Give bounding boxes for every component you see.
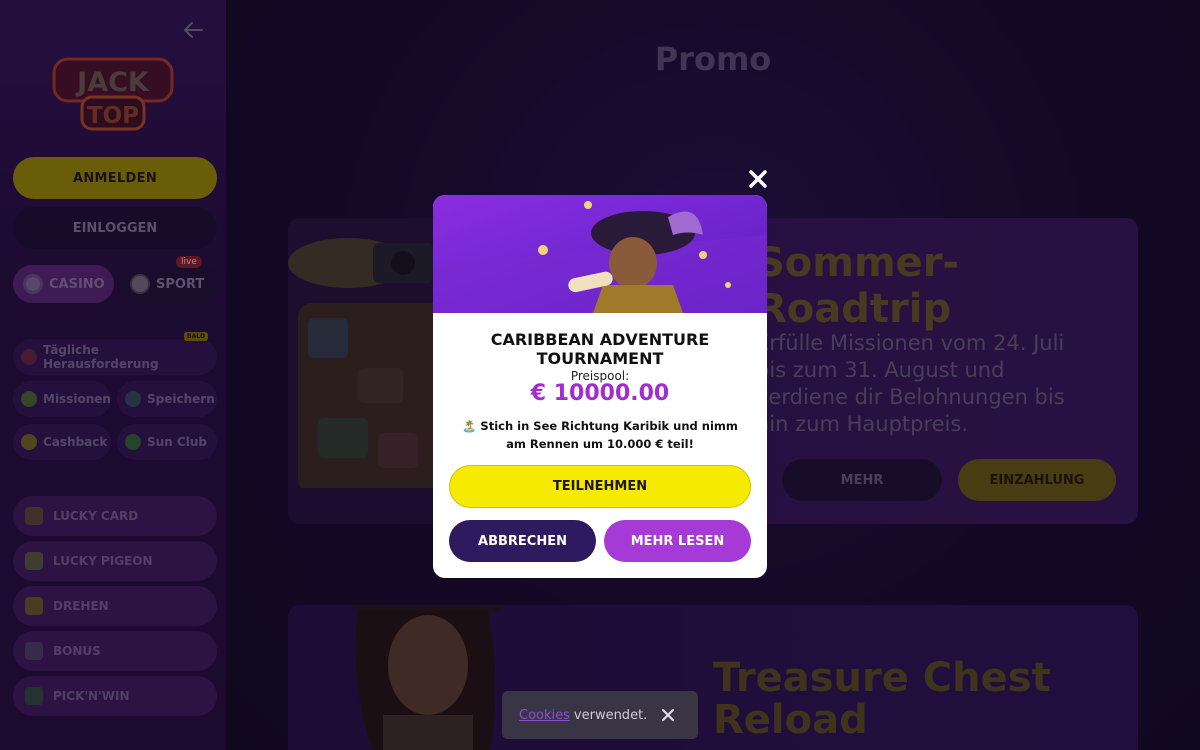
cookies-link[interactable]: Cookies — [519, 708, 570, 723]
cookie-text: verwendet. — [573, 707, 648, 723]
read-more-button[interactable]: MEHR LESEN — [604, 520, 751, 562]
close-icon[interactable] — [747, 168, 769, 190]
modal-title-line1: CARIBBEAN ADVENTURE — [490, 330, 710, 349]
modal-title: CARIBBEAN ADVENTURE TOURNAMENT — [433, 330, 767, 368]
join-button[interactable]: TEILNEHMEN — [449, 465, 751, 508]
prize-pool-value: € 10000.00 — [530, 381, 670, 406]
modal-description-text: Stich in See Richtung Karibik und nimm a… — [480, 419, 738, 451]
cancel-button[interactable]: ABBRECHEN — [449, 520, 596, 562]
tournament-modal: CARIBBEAN ADVENTURE TOURNAMENT Preispool… — [433, 195, 767, 578]
modal-title-line2: TOURNAMENT — [536, 349, 664, 368]
cookie-notice: Cookies verwendet. — [502, 691, 698, 739]
pirate-banner-image — [433, 195, 767, 313]
cookie-close-icon[interactable] — [661, 708, 675, 722]
island-icon: 🏝️ — [462, 419, 477, 433]
modal-description: 🏝️ Stich in See Richtung Karibik und nim… — [453, 417, 747, 453]
